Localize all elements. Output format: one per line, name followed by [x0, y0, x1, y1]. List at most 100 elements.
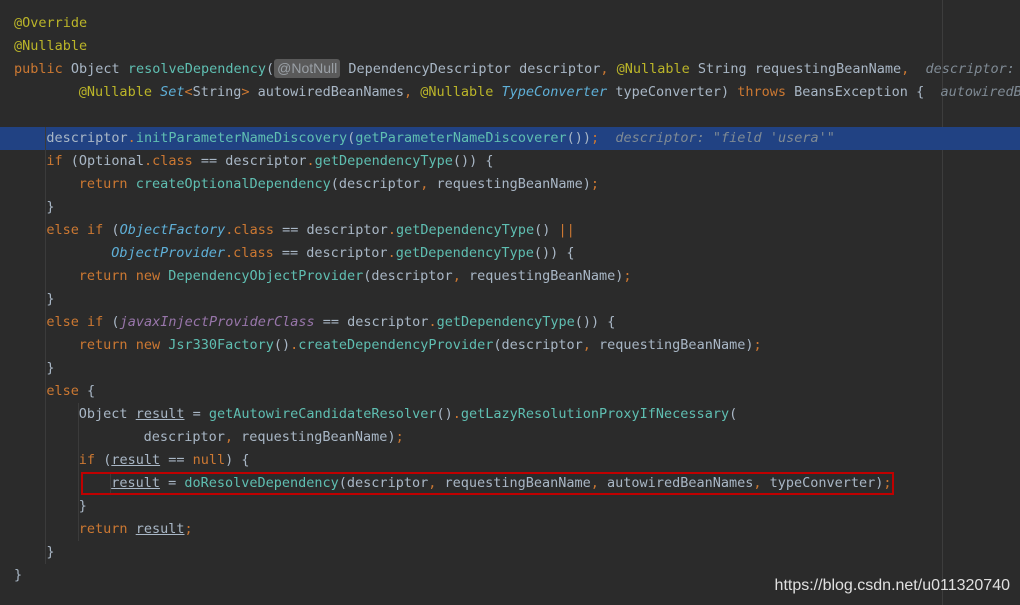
- code-editor[interactable]: @Override @Nullable public Object resolveD…: [0, 0, 1020, 605]
- code-token: == descriptor: [281, 245, 388, 261]
- code-token: (: [111, 222, 120, 238]
- code-token: Jsr330Factory: [168, 337, 274, 353]
- code-token: requestingBeanName): [468, 268, 624, 284]
- code-token: descriptor: [46, 130, 128, 146]
- code-token: ,: [753, 475, 770, 491]
- code-token: if: [46, 153, 71, 169]
- code-token: return new: [78, 268, 169, 284]
- code-token: Optional: [78, 153, 144, 169]
- code-token: (): [534, 222, 559, 238]
- code-line[interactable]: return result;: [0, 518, 1020, 541]
- code-token: typeConverter): [769, 475, 884, 491]
- code-token: typeConverter): [615, 84, 738, 100]
- code-line[interactable]: public Object resolveDependency(@NotNull…: [0, 58, 1020, 81]
- code-token: .: [452, 406, 461, 422]
- code-token: ;: [591, 130, 616, 146]
- code-token: getDependencyType: [436, 314, 575, 330]
- code-token: (: [70, 153, 79, 169]
- code-line[interactable]: @Nullable Set<String> autowiredBeanNames…: [0, 81, 1020, 104]
- code-token: return: [78, 176, 136, 192]
- code-line[interactable]: @Override: [0, 12, 1020, 35]
- code-line[interactable]: ObjectProvider.class == descriptor.getDe…: [0, 242, 1020, 265]
- code-line[interactable]: else if (javaxInjectProviderClass == des…: [0, 311, 1020, 334]
- code-line[interactable]: @Nullable: [0, 35, 1020, 58]
- code-token: requestingBeanName): [241, 429, 396, 445]
- code-token: (descriptor: [338, 475, 429, 491]
- code-token: ()) {: [533, 245, 575, 261]
- code-token: @Nullable: [78, 84, 161, 100]
- code-token: doResolveDependency: [184, 475, 339, 491]
- code-token: ()) {: [574, 314, 616, 330]
- code-token: BeansException: [794, 84, 917, 100]
- code-token: requestingBeanName: [444, 475, 591, 491]
- code-token: resolveDependency: [127, 61, 266, 77]
- code-line[interactable]: }: [0, 357, 1020, 380]
- watermark: https://blog.csdn.net/u011320740: [774, 577, 1010, 594]
- code-line[interactable]: if (result == null) {: [0, 449, 1020, 472]
- code-token: =: [159, 475, 185, 491]
- code-line[interactable]: return new Jsr330Factory().createDepende…: [0, 334, 1020, 357]
- code-token: ObjectProvider: [111, 245, 225, 261]
- code-token: TypeConverter: [501, 84, 616, 100]
- code-token: javaxInjectProviderClass: [119, 314, 323, 330]
- code-token: autowiredBeanNames: [607, 475, 754, 491]
- indent-guide: [110, 472, 112, 495]
- code-token: == descriptor: [322, 314, 429, 330]
- code-token: .: [387, 245, 396, 261]
- code-token: }: [46, 544, 55, 560]
- code-line[interactable]: else if (ObjectFactory.class == descript…: [0, 219, 1020, 242]
- code-line[interactable]: descriptor.initParameterNameDiscovery(ge…: [0, 127, 1020, 150]
- code-line[interactable]: return createOptionalDependency(descript…: [0, 173, 1020, 196]
- code-token: == descriptor: [282, 222, 388, 238]
- code-token: (: [729, 406, 738, 422]
- code-line[interactable]: }: [0, 495, 1020, 518]
- code-token: getLazyResolutionProxyIfNecessary: [460, 406, 730, 422]
- code-line[interactable]: }: [0, 541, 1020, 564]
- code-token: DependencyDescriptor: [340, 61, 520, 77]
- code-line[interactable]: result = doResolveDependency(descriptor,…: [0, 472, 1020, 495]
- code-token: >: [241, 84, 258, 100]
- code-line[interactable]: Object result = getAutowireCandidateReso…: [0, 403, 1020, 426]
- code-token: .class: [143, 153, 201, 169]
- code-token: }: [78, 498, 87, 514]
- code-token: ;: [184, 521, 193, 537]
- code-token: ()) {: [452, 153, 494, 169]
- inline-hint: autowiredBea: [940, 84, 1020, 100]
- code-token: if: [78, 452, 104, 468]
- code-line[interactable]: [0, 104, 1020, 127]
- code-token: DependencyObjectProvider: [168, 268, 364, 284]
- code-line[interactable]: }: [0, 196, 1020, 219]
- code-token: @Override: [14, 15, 88, 31]
- code-token: autowiredBeanNames: [257, 84, 404, 100]
- code-token: .: [306, 153, 315, 169]
- code-line[interactable]: else {: [0, 380, 1020, 403]
- code-token: .: [387, 222, 396, 238]
- code-token: ;: [753, 337, 762, 353]
- code-token: ,: [582, 337, 600, 353]
- code-token: Object: [78, 406, 136, 422]
- code-token: result: [111, 475, 160, 491]
- code-token: =: [184, 406, 209, 422]
- code-token: return: [78, 521, 136, 537]
- code-token: ,: [420, 176, 437, 192]
- code-token: return new: [78, 337, 169, 353]
- code-token: ==: [160, 452, 193, 468]
- code-token: ObjectFactory: [119, 222, 226, 238]
- code-token: (descriptor: [493, 337, 583, 353]
- code-token: initParameterNameDiscovery: [135, 130, 348, 146]
- code-line[interactable]: }: [0, 288, 1020, 311]
- code-token: requestingBeanName): [599, 337, 754, 353]
- code-token: descriptor: [143, 429, 225, 445]
- code-token: else if: [46, 314, 112, 330]
- code-token: ,: [428, 475, 445, 491]
- code-line[interactable]: if (Optional.class == descriptor.getDepe…: [0, 150, 1020, 173]
- code-token: getDependencyType: [395, 245, 534, 261]
- inline-hint: descriptor: "field 'usera'": [615, 130, 835, 146]
- code-token: requestingBeanName: [754, 61, 902, 77]
- inline-hint: descriptor: ": [925, 61, 1015, 77]
- code-token: getAutowireCandidateResolver: [208, 406, 437, 422]
- code-token: .class: [224, 245, 282, 261]
- code-token: ,: [452, 268, 469, 284]
- code-line[interactable]: descriptor, requestingBeanName);: [0, 426, 1020, 449]
- code-line[interactable]: return new DependencyObjectProvider(desc…: [0, 265, 1020, 288]
